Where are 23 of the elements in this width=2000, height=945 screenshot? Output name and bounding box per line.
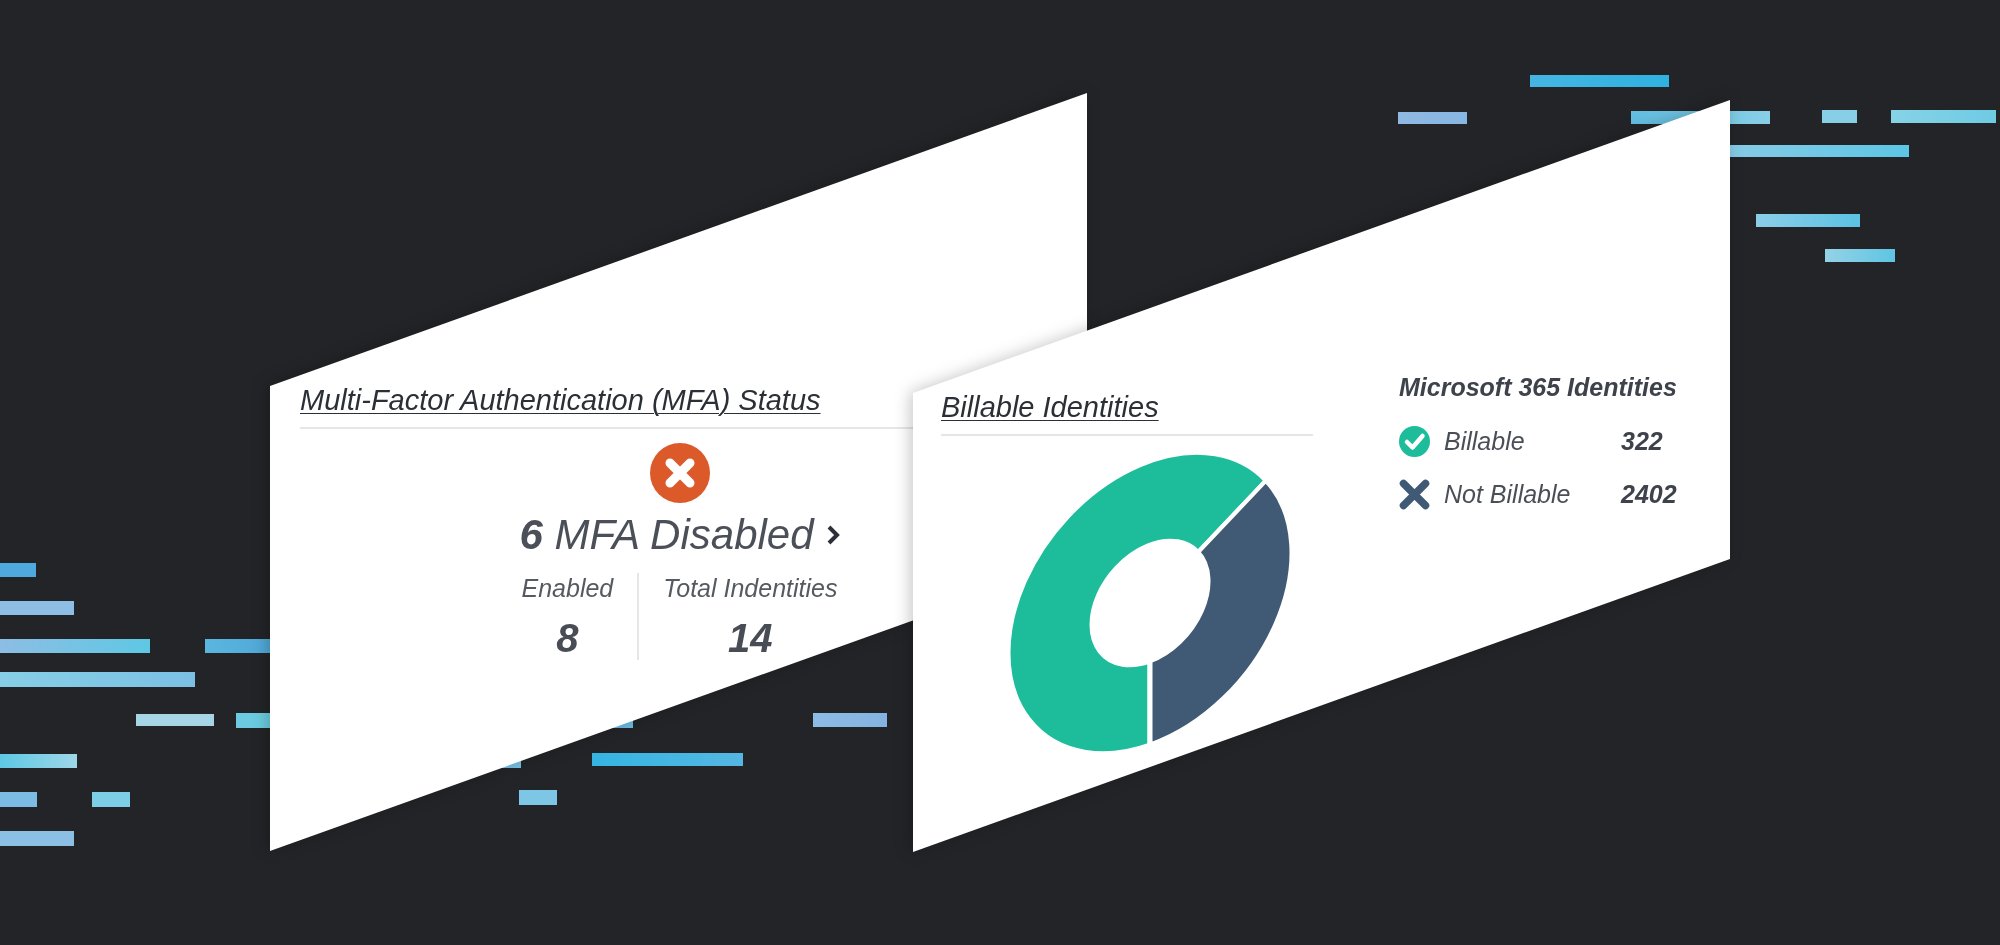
light-streak <box>92 792 130 807</box>
legend-value: 322 <box>1621 426 1664 457</box>
legend-value: 2402 <box>1621 479 1677 510</box>
title-link[interactable]: Multi-Factor Authentication (MFA) Status <box>300 383 821 417</box>
light-streak <box>0 792 37 807</box>
light-streak <box>0 563 36 577</box>
legend-label: Not Billable <box>1444 479 1572 510</box>
legend-title: Microsoft 365 Identities <box>1399 372 1677 402</box>
title-link[interactable]: Billable Identities <box>941 390 1159 424</box>
x-circle-icon <box>649 443 710 503</box>
status-headline: 6 MFA Disabled <box>519 511 814 559</box>
stat-label: Total Indentities <box>663 573 838 603</box>
stat-value: 14 <box>728 616 773 660</box>
light-streak <box>1398 112 1467 124</box>
stat-label: Enabled <box>521 573 614 603</box>
light-streak <box>1825 249 1895 262</box>
stat-value: 8 <box>556 616 579 660</box>
light-streak <box>519 790 557 805</box>
light-streak <box>1822 110 1857 123</box>
light-streak <box>236 713 270 728</box>
legend-label: Billable <box>1444 426 1526 457</box>
chevron-right-icon[interactable] <box>825 524 840 546</box>
light-streak <box>205 639 270 653</box>
